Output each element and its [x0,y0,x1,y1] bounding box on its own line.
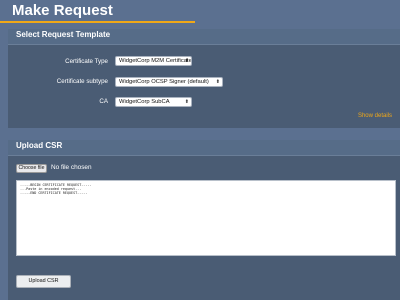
show-details-link[interactable]: Show details [358,113,392,119]
title-underline [0,21,195,23]
request-template-title: Select Request Template [16,30,111,39]
certificate-subtype-label: Certificate subtype [56,78,108,85]
request-template-panel: Select Request Template Certificate Type… [8,29,400,128]
upload-csr-header: Upload CSR [8,140,400,156]
select-arrows-icon: ⬍ [184,99,189,105]
certificate-type-value: WidgetCorp M2M Certificate [119,58,192,64]
choose-file-button[interactable]: Choose file [16,164,47,173]
certificate-type-select[interactable]: WidgetCorp M2M Certificate ⬍ [115,56,192,66]
ca-label: CA [99,98,108,105]
ca-value: WidgetCorp SubCA [119,99,170,105]
certificate-type-label: Certificate Type [65,58,108,65]
select-arrows-icon: ⬍ [215,79,220,85]
upload-csr-title: Upload CSR [16,141,63,150]
certificate-subtype-value: WidgetCorp OCSP Signer (default) [119,79,209,85]
select-arrows-icon: ⬍ [184,58,189,64]
request-template-header: Select Request Template [8,29,400,45]
certificate-subtype-select[interactable]: WidgetCorp OCSP Signer (default) ⬍ [115,77,223,87]
upload-csr-button[interactable]: Upload CSR [16,275,71,288]
page-title: Make Request [12,2,113,19]
ca-select[interactable]: WidgetCorp SubCA ⬍ [115,97,192,107]
upload-csr-panel: Upload CSR Choose file No file chosen --… [8,140,400,300]
file-status-text: No file chosen [51,164,92,171]
csr-textarea[interactable]: -----BEGIN CERTIFICATE REQUEST----- ...P… [16,180,396,256]
